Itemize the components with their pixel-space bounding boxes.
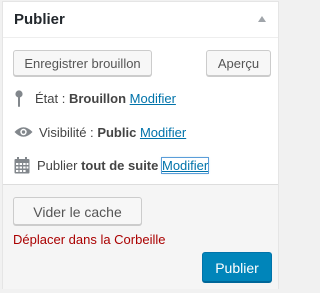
calendar-icon — [13, 156, 31, 174]
move-to-trash-link[interactable]: Déplacer dans la Corbeille — [13, 232, 165, 247]
schedule-row: Publier tout de suite Modifier — [13, 155, 210, 175]
save-draft-button[interactable]: Enregistrer brouillon — [13, 50, 152, 76]
publish-button[interactable]: Publier — [202, 252, 272, 282]
visibility-value: Public — [97, 124, 137, 140]
eye-icon — [13, 126, 33, 138]
visibility-row: Visibilité : Public Modifier — [13, 122, 186, 142]
caret-up-icon[interactable] — [258, 16, 266, 22]
status-value: Brouillon — [68, 90, 127, 106]
status-label: État : — [35, 90, 66, 106]
edit-visibility-link[interactable]: Modifier — [140, 125, 186, 140]
publish-box-header[interactable]: Publier — [3, 2, 278, 38]
preview-button[interactable]: Aperçu — [206, 50, 271, 76]
major-publishing-actions: Vider le cache Déplacer dans la Corbeill… — [3, 184, 278, 289]
pin-icon — [13, 89, 25, 107]
edit-status-link[interactable]: Modifier — [130, 91, 176, 106]
clear-cache-button[interactable]: Vider le cache — [13, 197, 142, 225]
publish-box-title: Publier — [14, 11, 65, 28]
edit-schedule-link[interactable]: Modifier — [160, 156, 210, 174]
status-row: État : Brouillon Modifier — [13, 88, 176, 108]
schedule-label: Publier — [37, 157, 78, 173]
publish-box: Publier Enregistrer brouillon Aperçu Éta… — [2, 1, 279, 289]
visibility-label: Visibilité : — [39, 124, 94, 140]
schedule-value: tout de suite — [81, 157, 159, 173]
